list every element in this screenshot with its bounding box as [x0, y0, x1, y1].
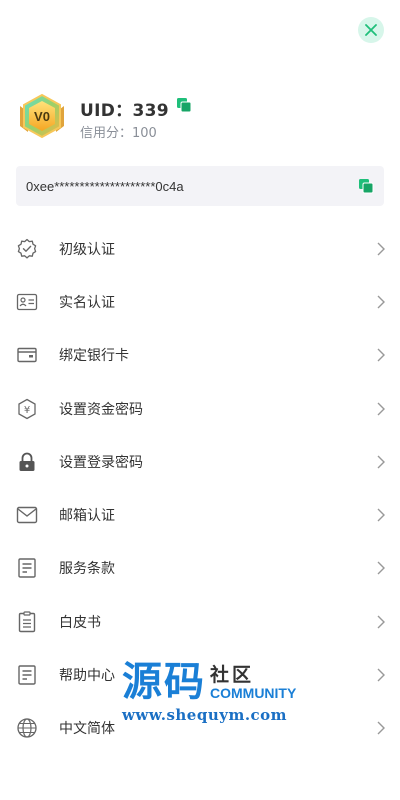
- credit-score: 信用分：100: [80, 126, 157, 141]
- menu-item-label: 设置资金密码: [59, 401, 143, 418]
- menu-item-label: 邮箱认证: [59, 508, 115, 525]
- profile-header: V0 UID：339 信用分：100: [16, 92, 386, 142]
- vip-level-badge: V0: [20, 93, 64, 139]
- chevron-right-icon: [377, 615, 385, 629]
- id-card-icon: [15, 290, 39, 314]
- menu-item-language[interactable]: 中文简体: [0, 702, 400, 755]
- chevron-right-icon: [377, 295, 385, 309]
- chevron-right-icon: [377, 668, 385, 682]
- svg-text:¥: ¥: [24, 405, 30, 416]
- menu-item-label: 绑定银行卡: [59, 348, 129, 365]
- menu-item-basic-verification[interactable]: 初级认证: [0, 222, 400, 275]
- chevron-right-icon: [377, 721, 385, 735]
- chevron-right-icon: [377, 242, 385, 256]
- badge-level-text: V0: [34, 109, 50, 124]
- chevron-right-icon: [377, 561, 385, 575]
- menu-item-real-name-verification[interactable]: 实名认证: [0, 275, 400, 328]
- menu-item-label: 服务条款: [59, 561, 115, 578]
- copy-uid-icon[interactable]: [176, 98, 192, 113]
- chevron-right-icon: [377, 508, 385, 522]
- chevron-right-icon: [377, 455, 385, 469]
- menu-item-whitepaper[interactable]: 白皮书: [0, 595, 400, 648]
- menu-item-label: 设置登录密码: [59, 454, 143, 471]
- yen-shield-icon: ¥: [15, 397, 39, 421]
- menu-item-login-password[interactable]: 设置登录密码: [0, 435, 400, 488]
- lock-icon: [15, 450, 39, 474]
- mail-icon: [15, 503, 39, 527]
- menu-item-help-center[interactable]: 帮助中心: [0, 648, 400, 701]
- menu-item-bind-bank-card[interactable]: 绑定银行卡: [0, 329, 400, 382]
- wallet-address: 0xee********************0c4a: [26, 178, 184, 194]
- settings-menu: 初级认证 实名认证 绑定银行卡 ¥ 设置资金密码 设置登录密码 邮箱认证 服务条…: [0, 222, 400, 755]
- chevron-right-icon: [377, 402, 385, 416]
- menu-item-label: 实名认证: [59, 294, 115, 311]
- menu-item-label: 中文简体: [59, 721, 115, 738]
- wallet-card-icon: [15, 343, 39, 367]
- close-button[interactable]: [358, 17, 384, 43]
- verified-badge-icon: [15, 237, 39, 261]
- chevron-right-icon: [377, 348, 385, 362]
- menu-item-label: 白皮书: [59, 614, 101, 631]
- wallet-address-box: 0xee********************0c4a: [16, 166, 384, 206]
- menu-item-fund-password[interactable]: ¥ 设置资金密码: [0, 382, 400, 435]
- menu-item-email-verification[interactable]: 邮箱认证: [0, 488, 400, 541]
- menu-item-label: 帮助中心: [59, 668, 115, 685]
- help-document-icon: [15, 663, 39, 687]
- close-icon: [365, 24, 377, 36]
- globe-icon: [15, 716, 39, 740]
- menu-item-terms-of-service[interactable]: 服务条款: [0, 542, 400, 595]
- menu-item-label: 初级认证: [59, 241, 115, 258]
- copy-address-icon[interactable]: [359, 178, 374, 194]
- document-icon: [15, 556, 39, 580]
- uid-text: UID：339: [80, 101, 169, 121]
- clipboard-icon: [15, 610, 39, 634]
